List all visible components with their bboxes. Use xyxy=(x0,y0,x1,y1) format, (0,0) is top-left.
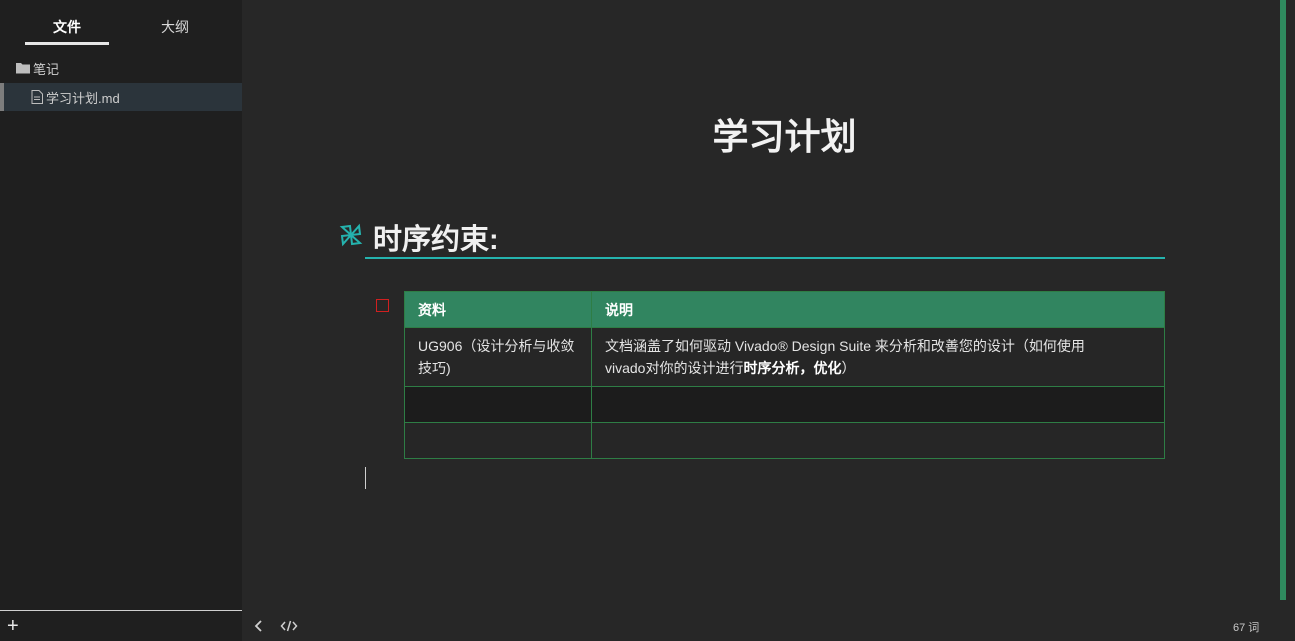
file-item-study-plan[interactable]: 学习计划.md xyxy=(0,83,242,111)
sidebar-footer: + xyxy=(0,610,242,641)
tab-outline[interactable]: 大纲 xyxy=(161,17,189,37)
table-header-cell[interactable]: 说明 xyxy=(591,291,1165,328)
document-title: 学习计划 xyxy=(712,116,857,157)
table-header-cell[interactable]: 资料 xyxy=(404,291,592,328)
table-header-row: 资料 说明 xyxy=(404,291,1165,328)
cell-text: vivado对你的设计进行 xyxy=(605,360,744,376)
text-cursor xyxy=(365,467,366,489)
word-count: 67 词 xyxy=(1233,622,1260,634)
table-cell[interactable]: UG906（设计分析与收敛技巧) xyxy=(404,327,592,387)
folder-item-notes[interactable]: 笔记 xyxy=(0,57,242,79)
file-icon xyxy=(31,90,43,104)
file-label: 学习计划.md xyxy=(46,90,120,106)
chevron-left-icon[interactable] xyxy=(252,618,266,634)
cell-bold-text: 时序分析，优化 xyxy=(743,360,842,376)
cell-text: 文档涵盖了如何驱动 Vivado® Design Suite 来分析和改善您的设… xyxy=(605,338,1085,354)
sidebar-tabs: 文件 大纲 xyxy=(0,0,242,48)
task-checkbox[interactable] xyxy=(376,299,389,312)
active-tab-indicator xyxy=(25,42,109,45)
pinwheel-icon xyxy=(338,222,364,248)
folder-label: 笔记 xyxy=(33,61,60,77)
heading-underline xyxy=(365,257,1165,259)
scrollbar-thumb[interactable] xyxy=(1280,0,1286,600)
table-row xyxy=(404,386,1165,423)
add-file-button[interactable]: + xyxy=(7,615,25,637)
scrollbar[interactable] xyxy=(1277,0,1286,641)
reference-table: 资料 说明 UG906（设计分析与收敛技巧) 文档涵盖了如何驱动 Vivado®… xyxy=(404,291,1165,459)
table-cell[interactable] xyxy=(591,422,1165,459)
folder-icon xyxy=(16,62,30,74)
section-heading: 时序约束: xyxy=(373,224,499,256)
sidebar: 文件 大纲 笔记 学习计划.md + xyxy=(0,0,242,641)
cell-text: ） xyxy=(841,360,856,376)
table-row: UG906（设计分析与收敛技巧) 文档涵盖了如何驱动 Vivado® Desig… xyxy=(404,327,1165,387)
table-cell[interactable] xyxy=(404,386,592,423)
tab-files[interactable]: 文件 xyxy=(53,17,81,37)
table-row xyxy=(404,422,1165,459)
table-cell[interactable]: 文档涵盖了如何驱动 Vivado® Design Suite 来分析和改善您的设… xyxy=(591,327,1165,387)
section-heading-block: 时序约束: xyxy=(338,216,1165,260)
table-cell[interactable] xyxy=(591,386,1165,423)
table-cell[interactable] xyxy=(404,422,592,459)
code-icon[interactable] xyxy=(280,618,298,634)
